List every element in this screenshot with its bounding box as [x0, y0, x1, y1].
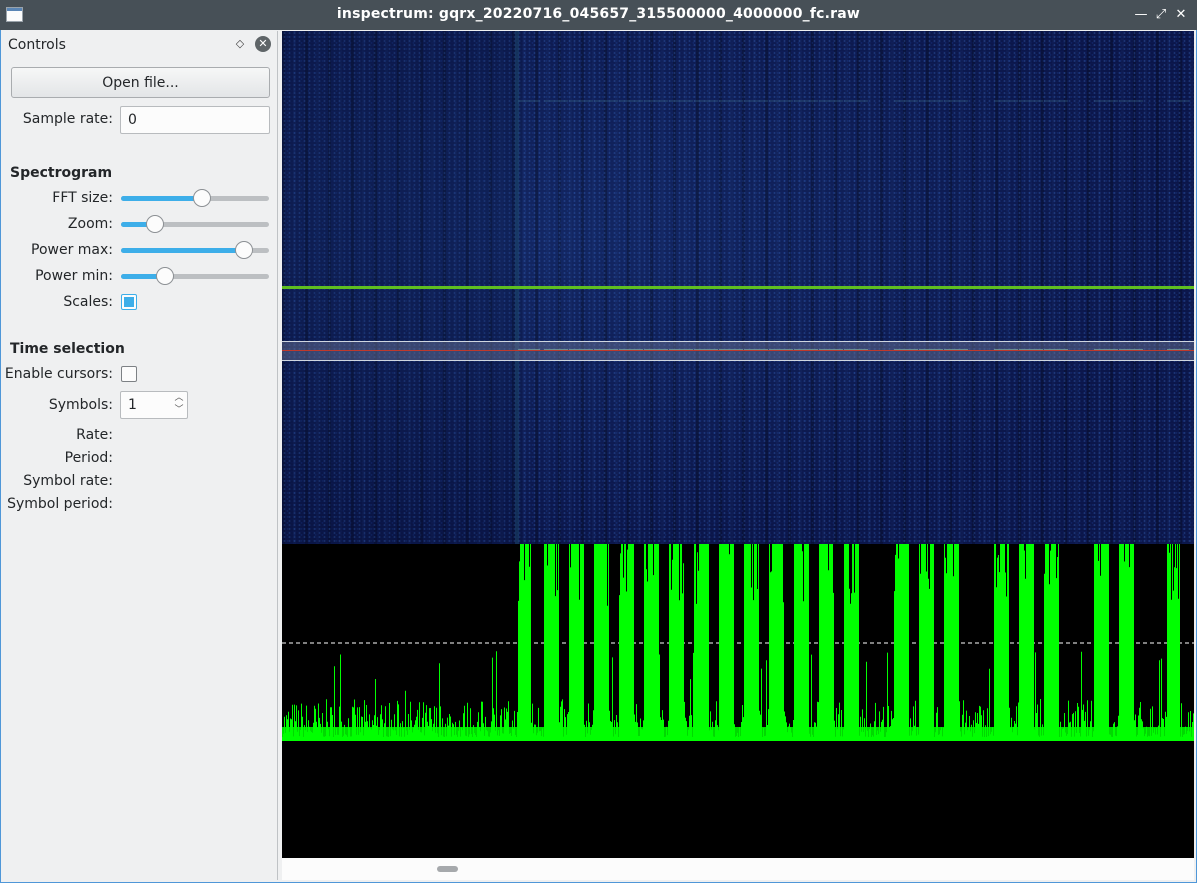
slider-handle[interactable]: [234, 241, 253, 259]
open-file-button[interactable]: Open file...: [11, 67, 270, 98]
fft-size-slider[interactable]: [121, 188, 269, 208]
scales-checkbox[interactable]: [121, 294, 137, 310]
horizontal-scrollbar[interactable]: [282, 858, 1194, 880]
controls-dock: Controls ◇ ✕ Open file... Sample rate: S…: [2, 31, 278, 880]
marker-line[interactable]: [282, 286, 1194, 289]
maximize-button[interactable]: ⤢: [1152, 5, 1170, 25]
enable-cursors-label: Enable cursors:: [4, 366, 113, 382]
float-diamond-icon[interactable]: ◇: [234, 37, 246, 51]
tuner-center-line[interactable]: [282, 350, 1194, 351]
power-min-slider[interactable]: [121, 266, 269, 286]
slider-fill: [121, 248, 244, 253]
rate-label: Rate:: [76, 427, 113, 443]
symbols-label: Symbols:: [48, 397, 113, 413]
zoom-slider[interactable]: [121, 214, 269, 234]
period-label: Period:: [64, 450, 113, 466]
dock-title: Controls: [8, 37, 66, 53]
slider-handle[interactable]: [193, 189, 212, 207]
scales-label: Scales:: [63, 294, 113, 310]
title-bar: inspectrum: gqrx_20220716_045657_3155000…: [0, 0, 1197, 30]
sample-rate-input[interactable]: [120, 106, 270, 134]
symbol-rate-label: Symbol rate:: [23, 473, 113, 489]
power-min-label: Power min:: [35, 268, 113, 284]
zoom-label: Zoom:: [67, 216, 113, 232]
amplitude-trace-plot[interactable]: [282, 544, 1194, 858]
power-max-slider[interactable]: [121, 240, 269, 260]
window-title: inspectrum: gqrx_20220716_045657_3155000…: [336, 6, 861, 22]
time-selection-band[interactable]: [282, 341, 1194, 361]
slider-fill: [121, 196, 203, 201]
close-window-button[interactable]: ✕: [1172, 5, 1190, 25]
enable-cursors-checkbox[interactable]: [121, 366, 137, 382]
minimize-button[interactable]: —: [1132, 5, 1150, 25]
close-circle-icon[interactable]: ✕: [255, 36, 271, 52]
slider-handle[interactable]: [146, 215, 165, 233]
trace-floor: [282, 727, 1194, 741]
time-selection-heading: Time selection: [10, 341, 125, 357]
spectrogram[interactable]: [282, 31, 1194, 544]
symbol-period-label: Symbol period:: [7, 496, 113, 512]
spin-arrows-icon[interactable]: ︿ ﹀: [172, 392, 186, 418]
power-max-label: Power max:: [31, 242, 113, 258]
spectrogram-heading: Spectrogram: [10, 165, 113, 181]
slider-handle[interactable]: [156, 267, 175, 285]
fft-size-label: FFT size:: [52, 190, 113, 206]
amplitude-trace: [282, 544, 1194, 741]
sample-rate-label: Sample rate:: [22, 111, 113, 127]
plot-view[interactable]: [282, 31, 1194, 858]
scrollbar-handle[interactable]: [437, 866, 458, 872]
